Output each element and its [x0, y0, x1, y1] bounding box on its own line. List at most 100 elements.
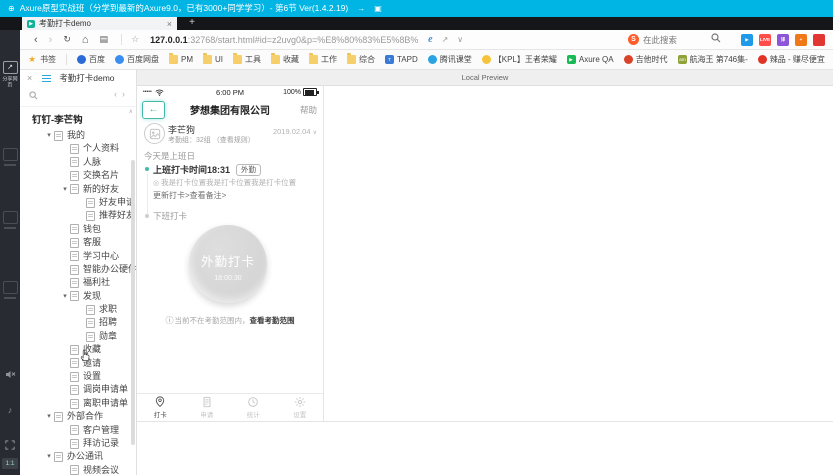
sidebar-collapse-arrows[interactable]: ‹›	[114, 89, 130, 99]
back-icon[interactable]: ‹	[34, 34, 38, 46]
bookmark-label: 航海王 第746集-	[689, 55, 748, 64]
punch-links[interactable]: 更新打卡>查看备注>	[153, 190, 226, 201]
bookmark-item[interactable]: 百度网盘	[115, 54, 159, 65]
tree-item[interactable]: ▾ 离职申请单	[20, 397, 136, 410]
view-range-link[interactable]: 查看考勤范围	[250, 316, 295, 325]
tree-item[interactable]: ▾ 设置	[20, 370, 136, 383]
field-work-badge[interactable]: 外勤	[236, 164, 262, 176]
tree-item[interactable]: ▾ 个人资料	[20, 142, 136, 155]
tree-expand-icon[interactable]: ▾	[44, 410, 54, 423]
tree-item[interactable]: ▾ 福利社	[20, 276, 136, 289]
menu-icon[interactable]	[42, 74, 52, 77]
ie-compat-icon[interactable]: e	[428, 34, 432, 45]
tree-item[interactable]: ▾ 推荐好友	[20, 209, 136, 222]
tree-item[interactable]: ▾ 交换名片	[20, 169, 136, 182]
tree-item[interactable]: ▾ 拜访记录	[20, 437, 136, 450]
back-button[interactable]: ←	[142, 101, 165, 119]
help-link[interactable]: 帮助	[300, 104, 317, 116]
zoom-ratio-badge[interactable]: 1:1	[2, 458, 18, 469]
side-tool-3[interactable]	[0, 211, 20, 229]
tab-close-icon[interactable]: ×	[167, 19, 172, 29]
tree-item[interactable]: ▾ 招聘	[20, 316, 136, 329]
tree-item[interactable]: ▾ 好友申请	[20, 196, 136, 209]
tree-expand-icon[interactable]: ▾	[60, 183, 70, 196]
bookmark-item[interactable]: 收藏	[271, 53, 299, 65]
tree-item[interactable]: ▾ 学习中心	[20, 250, 136, 263]
bookmark-item[interactable]: T TAPD	[385, 55, 418, 64]
bookmark-item[interactable]: PM	[169, 53, 193, 64]
search-input[interactable]: 在此搜索	[643, 34, 677, 46]
close-panel-icon[interactable]: ×	[27, 73, 32, 83]
scrollbar-up-icon[interactable]: ∧	[129, 108, 133, 115]
tree-item[interactable]: ▾ 外部合作	[20, 410, 136, 423]
side-tool-2[interactable]	[0, 148, 20, 166]
new-tab-button[interactable]: +	[183, 17, 201, 30]
extension-icon[interactable]: 译	[777, 33, 789, 46]
share-page-tool[interactable]: ↗ 分享网页	[0, 61, 20, 90]
tree-item[interactable]: ▾ 视频会议	[20, 464, 136, 475]
bookmark-item[interactable]: ★ 书签	[28, 54, 56, 65]
titlebar-send-icon[interactable]: →	[357, 0, 365, 17]
tree-item[interactable]: ▾ 调岗申请单	[20, 383, 136, 396]
tab-apply[interactable]: 申请	[184, 394, 231, 421]
sidebar-scrollbar[interactable]	[131, 160, 135, 445]
music-icon[interactable]: ♪	[0, 405, 20, 415]
attendance-group[interactable]: 考勤组：32组 （查看规则）	[168, 135, 255, 145]
tree-item[interactable]: ▾ 邀请	[20, 357, 136, 370]
bookmark-item[interactable]: 工作	[309, 53, 337, 65]
bookmark-item[interactable]: 综合	[347, 53, 375, 65]
tree-expand-icon[interactable]: ▾	[44, 129, 54, 142]
bookmark-item[interactable]: 工具	[233, 53, 261, 65]
tree-item[interactable]: ▾ 办公通讯	[20, 450, 136, 463]
tree-item[interactable]: ▾ 求职	[20, 303, 136, 316]
favorite-star-icon[interactable]: ☆	[131, 34, 139, 45]
mute-icon[interactable]	[0, 370, 20, 381]
tree-item[interactable]: ▾ 勋章	[20, 330, 136, 343]
screen: ⊕ Axure原型实战班（分学到最新的Axure9.0，已有3000+同学学习）…	[0, 0, 833, 475]
fullscreen-icon[interactable]	[0, 440, 20, 452]
bookmark-item[interactable]: 【KPL】王者荣耀	[481, 54, 557, 65]
bookmark-item[interactable]: UI	[203, 53, 223, 64]
tree-item[interactable]: ▾ 人脉	[20, 156, 136, 169]
search-magnifier-icon[interactable]	[711, 33, 721, 46]
tab-punch[interactable]: 打卡	[137, 394, 184, 421]
sidebar-search-icon[interactable]	[29, 91, 38, 100]
share-page-icon[interactable]: ↗	[442, 35, 449, 44]
bookmark-item[interactable]: am 航海王 第746集-	[677, 54, 748, 65]
tree-item[interactable]: ▾ 客服	[20, 236, 136, 249]
extension-icon[interactable]	[813, 33, 825, 46]
tree-item[interactable]: ▾ 客户管理	[20, 424, 136, 437]
tree-item[interactable]: ▾ 发现	[20, 290, 136, 303]
bookmark-item[interactable]: 腾讯课堂	[427, 54, 472, 65]
extension-icon[interactable]: +	[795, 33, 807, 46]
sogou-search-icon[interactable]: S	[627, 34, 639, 45]
titlebar-window-icon[interactable]: ▣	[374, 0, 382, 17]
tree-expand-icon[interactable]: ▾	[44, 450, 54, 463]
address-bar[interactable]: 127.0.0.1:32768/start.html#id=z2uvg0&p=%…	[150, 35, 418, 45]
bookmark-item[interactable]: ▶ Axure QA	[566, 55, 614, 64]
reading-list-icon[interactable]: ▤	[100, 34, 109, 45]
date-selector[interactable]: 2019.02.04 ∨	[273, 127, 317, 136]
tab-settings[interactable]: 设置	[277, 394, 324, 421]
extension-icon[interactable]: ▶	[741, 33, 753, 46]
browser-tab[interactable]: ▶ 考勤打卡demo ×	[22, 17, 177, 30]
tree-item[interactable]: ▾ 新的好友	[20, 183, 136, 196]
bookmark-item[interactable]: 百度	[66, 54, 105, 65]
refresh-icon[interactable]: ↻	[63, 34, 71, 45]
tree-item[interactable]: ▾ 智能办公硬件	[20, 263, 136, 276]
home-icon[interactable]: ⌂	[82, 34, 89, 46]
bookmark-item[interactable]: 吉他时代	[623, 54, 668, 65]
tree-item[interactable]: ▾ 收藏	[20, 343, 136, 356]
field-punch-button[interactable]: 外勤打卡 18:00:30	[189, 225, 267, 303]
tree-item-label: 拜访记录	[83, 437, 120, 448]
tree-item[interactable]: ▾ 钱包	[20, 223, 136, 236]
forward-icon[interactable]: ›	[49, 34, 53, 46]
bookmark-item[interactable]: 辣品 - 赚尽便宜	[757, 54, 825, 65]
tree-expand-icon[interactable]: ▾	[60, 290, 70, 303]
tree-item[interactable]: ▾ 我的	[20, 129, 136, 142]
side-tool-4[interactable]	[0, 281, 20, 299]
tab-statistics[interactable]: 统计	[230, 394, 277, 421]
chevron-down-icon[interactable]: ∨	[457, 35, 463, 44]
extension-icon[interactable]: LIVE	[759, 33, 771, 46]
punch-in-time: 上班打卡时间18:31	[153, 165, 231, 175]
